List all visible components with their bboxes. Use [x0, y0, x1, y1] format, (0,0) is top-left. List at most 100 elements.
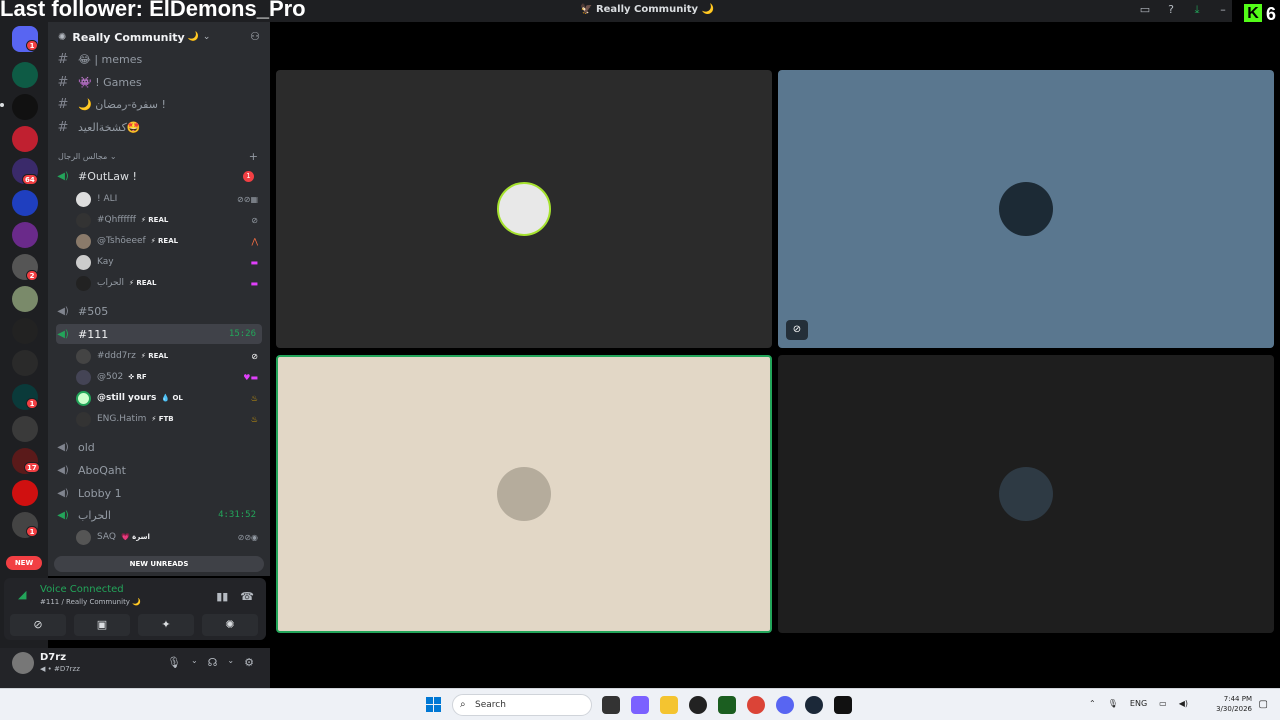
soundboard-icon[interactable]: ✺ — [202, 614, 258, 636]
chevron-down-icon: ⌄ — [202, 32, 211, 42]
chevron-down-icon[interactable]: ⌄ — [227, 656, 234, 669]
voice-status[interactable]: Voice Connected — [40, 584, 124, 595]
server-icon[interactable] — [12, 350, 38, 376]
minimize-icon[interactable]: – — [1216, 3, 1230, 17]
username[interactable]: D7rz — [40, 652, 66, 663]
server-icon[interactable] — [12, 286, 38, 312]
avatar — [76, 233, 91, 249]
speaker-icon: ◀) — [57, 328, 69, 340]
volume-icon[interactable]: ◀) — [1179, 699, 1188, 708]
copilot-icon[interactable] — [631, 696, 649, 714]
voice-stage: ⊘ — [270, 22, 1280, 688]
steam-icon[interactable] — [805, 696, 823, 714]
server-icon[interactable] — [12, 416, 38, 442]
notification-icon[interactable]: ▢ — [1259, 699, 1268, 710]
voice-member-speaking[interactable]: @still yours 💧 OL ♨ — [76, 389, 264, 407]
voice-channel-aboqaht[interactable]: ◀) AboQaht — [56, 460, 262, 480]
text-channel-eid[interactable]: # كشخةالعيد🤩 — [56, 117, 262, 137]
voice-member[interactable]: ENG.Hatim ⚡ FTB ♨ — [76, 410, 264, 428]
mic-icon[interactable]: 🎙 — [167, 656, 181, 669]
inbox-icon[interactable]: ▭ — [1138, 3, 1152, 17]
server-icon[interactable] — [12, 62, 38, 88]
participant-tile[interactable] — [778, 355, 1274, 633]
app-icon[interactable] — [689, 696, 707, 714]
voice-member[interactable]: Kay ▬ — [76, 253, 264, 271]
chevron-down-icon[interactable]: ⌄ — [191, 656, 198, 669]
voice-channel-111[interactable]: ◀) #111 15:26 — [56, 324, 262, 344]
category-label[interactable]: مجالس الرجال ⌄ — [58, 152, 117, 161]
new-servers-pill[interactable]: NEW — [6, 556, 42, 570]
participant-avatar — [497, 182, 551, 236]
server-icon[interactable] — [12, 480, 38, 506]
settings-icon[interactable]: ⚙ — [244, 656, 254, 669]
voice-channel-lobby1[interactable]: ◀) Lobby 1 — [56, 483, 262, 503]
activities-icon[interactable]: ✦ — [138, 614, 194, 636]
screen-share-icon[interactable]: ▣ — [74, 614, 130, 636]
disconnect-icon[interactable]: ☎ — [240, 590, 254, 603]
voice-channel-harab[interactable]: ◀) الحراب 4:31:52 — [56, 505, 262, 525]
network-icon[interactable]: ▭ — [1159, 699, 1167, 708]
voice-member[interactable]: @502 ✜ RF ♥▬ — [76, 368, 264, 386]
voice-location[interactable]: #111 / Really Community 🌙 — [40, 598, 141, 606]
taskbar-search[interactable]: ⌕ Search — [452, 694, 592, 716]
server-icon[interactable] — [12, 222, 38, 248]
file-explorer-icon[interactable] — [660, 696, 678, 714]
server-header[interactable]: ✺ Really Community 🌙 ⌄ ⚇ — [48, 22, 270, 52]
discord-icon[interactable] — [776, 696, 794, 714]
windows-start-icon[interactable] — [426, 697, 442, 713]
home-badge: 1 — [26, 40, 38, 51]
avatar[interactable] — [12, 652, 34, 674]
server-gear-icon: ✺ — [58, 31, 67, 43]
user-controls: 🎙 ⌄ ☊ ⌄ ⚙ — [167, 656, 254, 669]
text-channel-ramadan[interactable]: # 🌙 سفرة-رمضان ! — [56, 94, 262, 114]
voice-member[interactable]: ! ALI ⊘⊘▦ — [76, 190, 264, 208]
text-channel-games[interactable]: # 👾 ! Games — [56, 72, 262, 92]
voice-member[interactable]: #ddd7rz ⚡ REAL ⊘ — [76, 347, 264, 365]
mute-deafen-icons: ⊘⊘▦ — [237, 194, 258, 204]
participant-tile-speaking[interactable] — [276, 355, 772, 633]
game-icon: ♥▬ — [243, 372, 258, 382]
add-channel-icon[interactable]: + — [249, 150, 258, 163]
voice-member[interactable]: @Tshōeeef ⚡ REAL ⋀ — [76, 232, 264, 250]
participant-tile[interactable]: ⊘ — [778, 70, 1274, 348]
mic-icon[interactable]: 🎙 — [1108, 699, 1118, 708]
taskbar-apps — [602, 696, 852, 714]
game-icon: ▬ — [250, 278, 258, 288]
participant-avatar — [999, 467, 1053, 521]
new-unreads-button[interactable]: NEW UNREADS — [54, 556, 264, 572]
avatar — [76, 191, 91, 207]
voice-member[interactable]: SAQ 💗 اسرة ⊘⊘◉ — [76, 528, 264, 546]
language-indicator[interactable]: ENG — [1130, 699, 1147, 708]
server-icon[interactable] — [12, 94, 38, 120]
voice-status-buttons: ▮▮ ☎ — [216, 590, 254, 603]
voice-channel-outlaw[interactable]: ◀) #OutLaw ! 1 — [56, 166, 262, 186]
signal-icon: ◢ — [18, 588, 27, 601]
voice-channel-old[interactable]: ◀) old — [56, 437, 262, 457]
text-channel-memes[interactable]: # 😂 | memes — [56, 49, 262, 69]
task-view-icon[interactable] — [602, 696, 620, 714]
invite-icon[interactable]: ⚇ — [250, 30, 260, 43]
app-icon[interactable] — [834, 696, 852, 714]
voice-channel-505[interactable]: ◀) #505 — [56, 301, 262, 321]
voice-member[interactable]: الحراب ⚡ REAL ▬ — [76, 274, 264, 292]
server-icon[interactable] — [12, 318, 38, 344]
app-icon[interactable] — [718, 696, 736, 714]
download-icon[interactable]: ⤓ — [1190, 3, 1204, 17]
noise-suppression-icon[interactable]: ▮▮ — [216, 590, 228, 603]
speaker-icon: ◀) — [57, 464, 69, 476]
voice-actions-row: ⊘ ▣ ✦ ✺ — [4, 614, 266, 636]
deafen-icon: ⊘ — [251, 215, 258, 225]
camera-off-icon[interactable]: ⊘ — [10, 614, 66, 636]
server-icon[interactable] — [12, 126, 38, 152]
voice-member[interactable]: #Qhffffff ⚡ REAL ⊘ — [76, 211, 264, 229]
chevron-up-icon[interactable]: ⌃ — [1089, 699, 1096, 708]
chrome-icon[interactable] — [747, 696, 765, 714]
help-icon[interactable]: ? — [1164, 3, 1178, 17]
clock[interactable]: 7:44 PM 3/30/2026 — [1216, 694, 1252, 714]
user-status: ◀ • #D7rzz — [40, 665, 80, 673]
server-icon[interactable] — [12, 190, 38, 216]
stream-overlay-follower: Last follower: ElDemons_Pro — [0, 0, 306, 21]
speaker-icon: ◀) — [57, 487, 69, 499]
headphones-icon[interactable]: ☊ — [208, 656, 218, 669]
participant-tile[interactable] — [276, 70, 772, 348]
